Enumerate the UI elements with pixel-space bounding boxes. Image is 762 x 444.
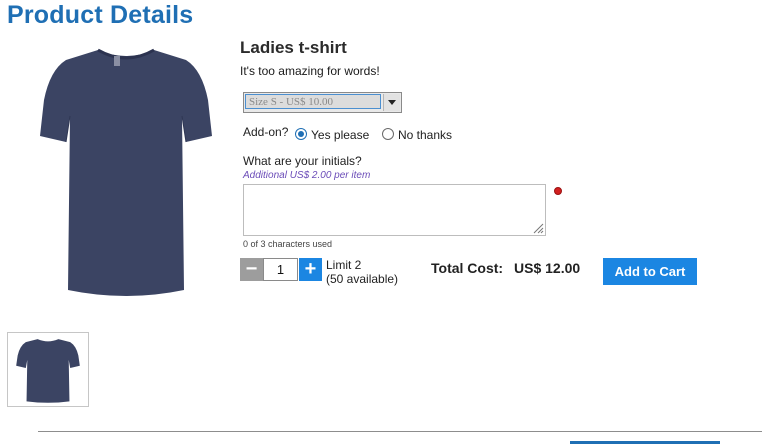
required-indicator-icon (554, 187, 562, 195)
product-image[interactable] (26, 40, 226, 306)
addon-yes-radio[interactable] (295, 128, 307, 140)
quantity-limit: Limit 2 (50 available) (326, 258, 398, 286)
total-cost-label: Total Cost: (431, 260, 504, 276)
addon-no-label[interactable]: No thanks (398, 128, 452, 142)
product-name: Ladies t-shirt (240, 38, 347, 57)
add-to-cart-button[interactable]: Add to Cart (603, 258, 697, 285)
size-select[interactable]: Size S - US$ 10.00 (243, 92, 402, 113)
product-thumbnail[interactable] (7, 332, 89, 407)
resize-handle-icon[interactable] (532, 222, 544, 234)
addon-no-radio[interactable] (382, 128, 394, 140)
initials-label: What are your initials? (243, 154, 362, 168)
addon-label: Add-on? (243, 125, 289, 139)
quantity-increase-button[interactable]: + (299, 258, 322, 281)
product-tagline: It's too amazing for words! (240, 64, 380, 78)
size-select-value: Size S - US$ 10.00 (245, 94, 381, 109)
addon-yes-label[interactable]: Yes please (311, 128, 369, 142)
page-title: Product Details (7, 1, 194, 29)
limit-text: Limit 2 (326, 258, 362, 272)
initials-price-note: Additional US$ 2.00 per item (243, 170, 371, 181)
available-text: (50 available) (326, 272, 399, 286)
initials-textarea[interactable] (243, 184, 546, 236)
quantity-input[interactable]: 1 (263, 258, 298, 281)
section-divider (38, 431, 762, 432)
total-cost-value: US$ 12.00 (514, 260, 581, 276)
char-count: 0 of 3 characters used (243, 239, 333, 249)
chevron-down-icon[interactable] (383, 94, 400, 111)
quantity-decrease-button[interactable]: − (240, 258, 263, 281)
